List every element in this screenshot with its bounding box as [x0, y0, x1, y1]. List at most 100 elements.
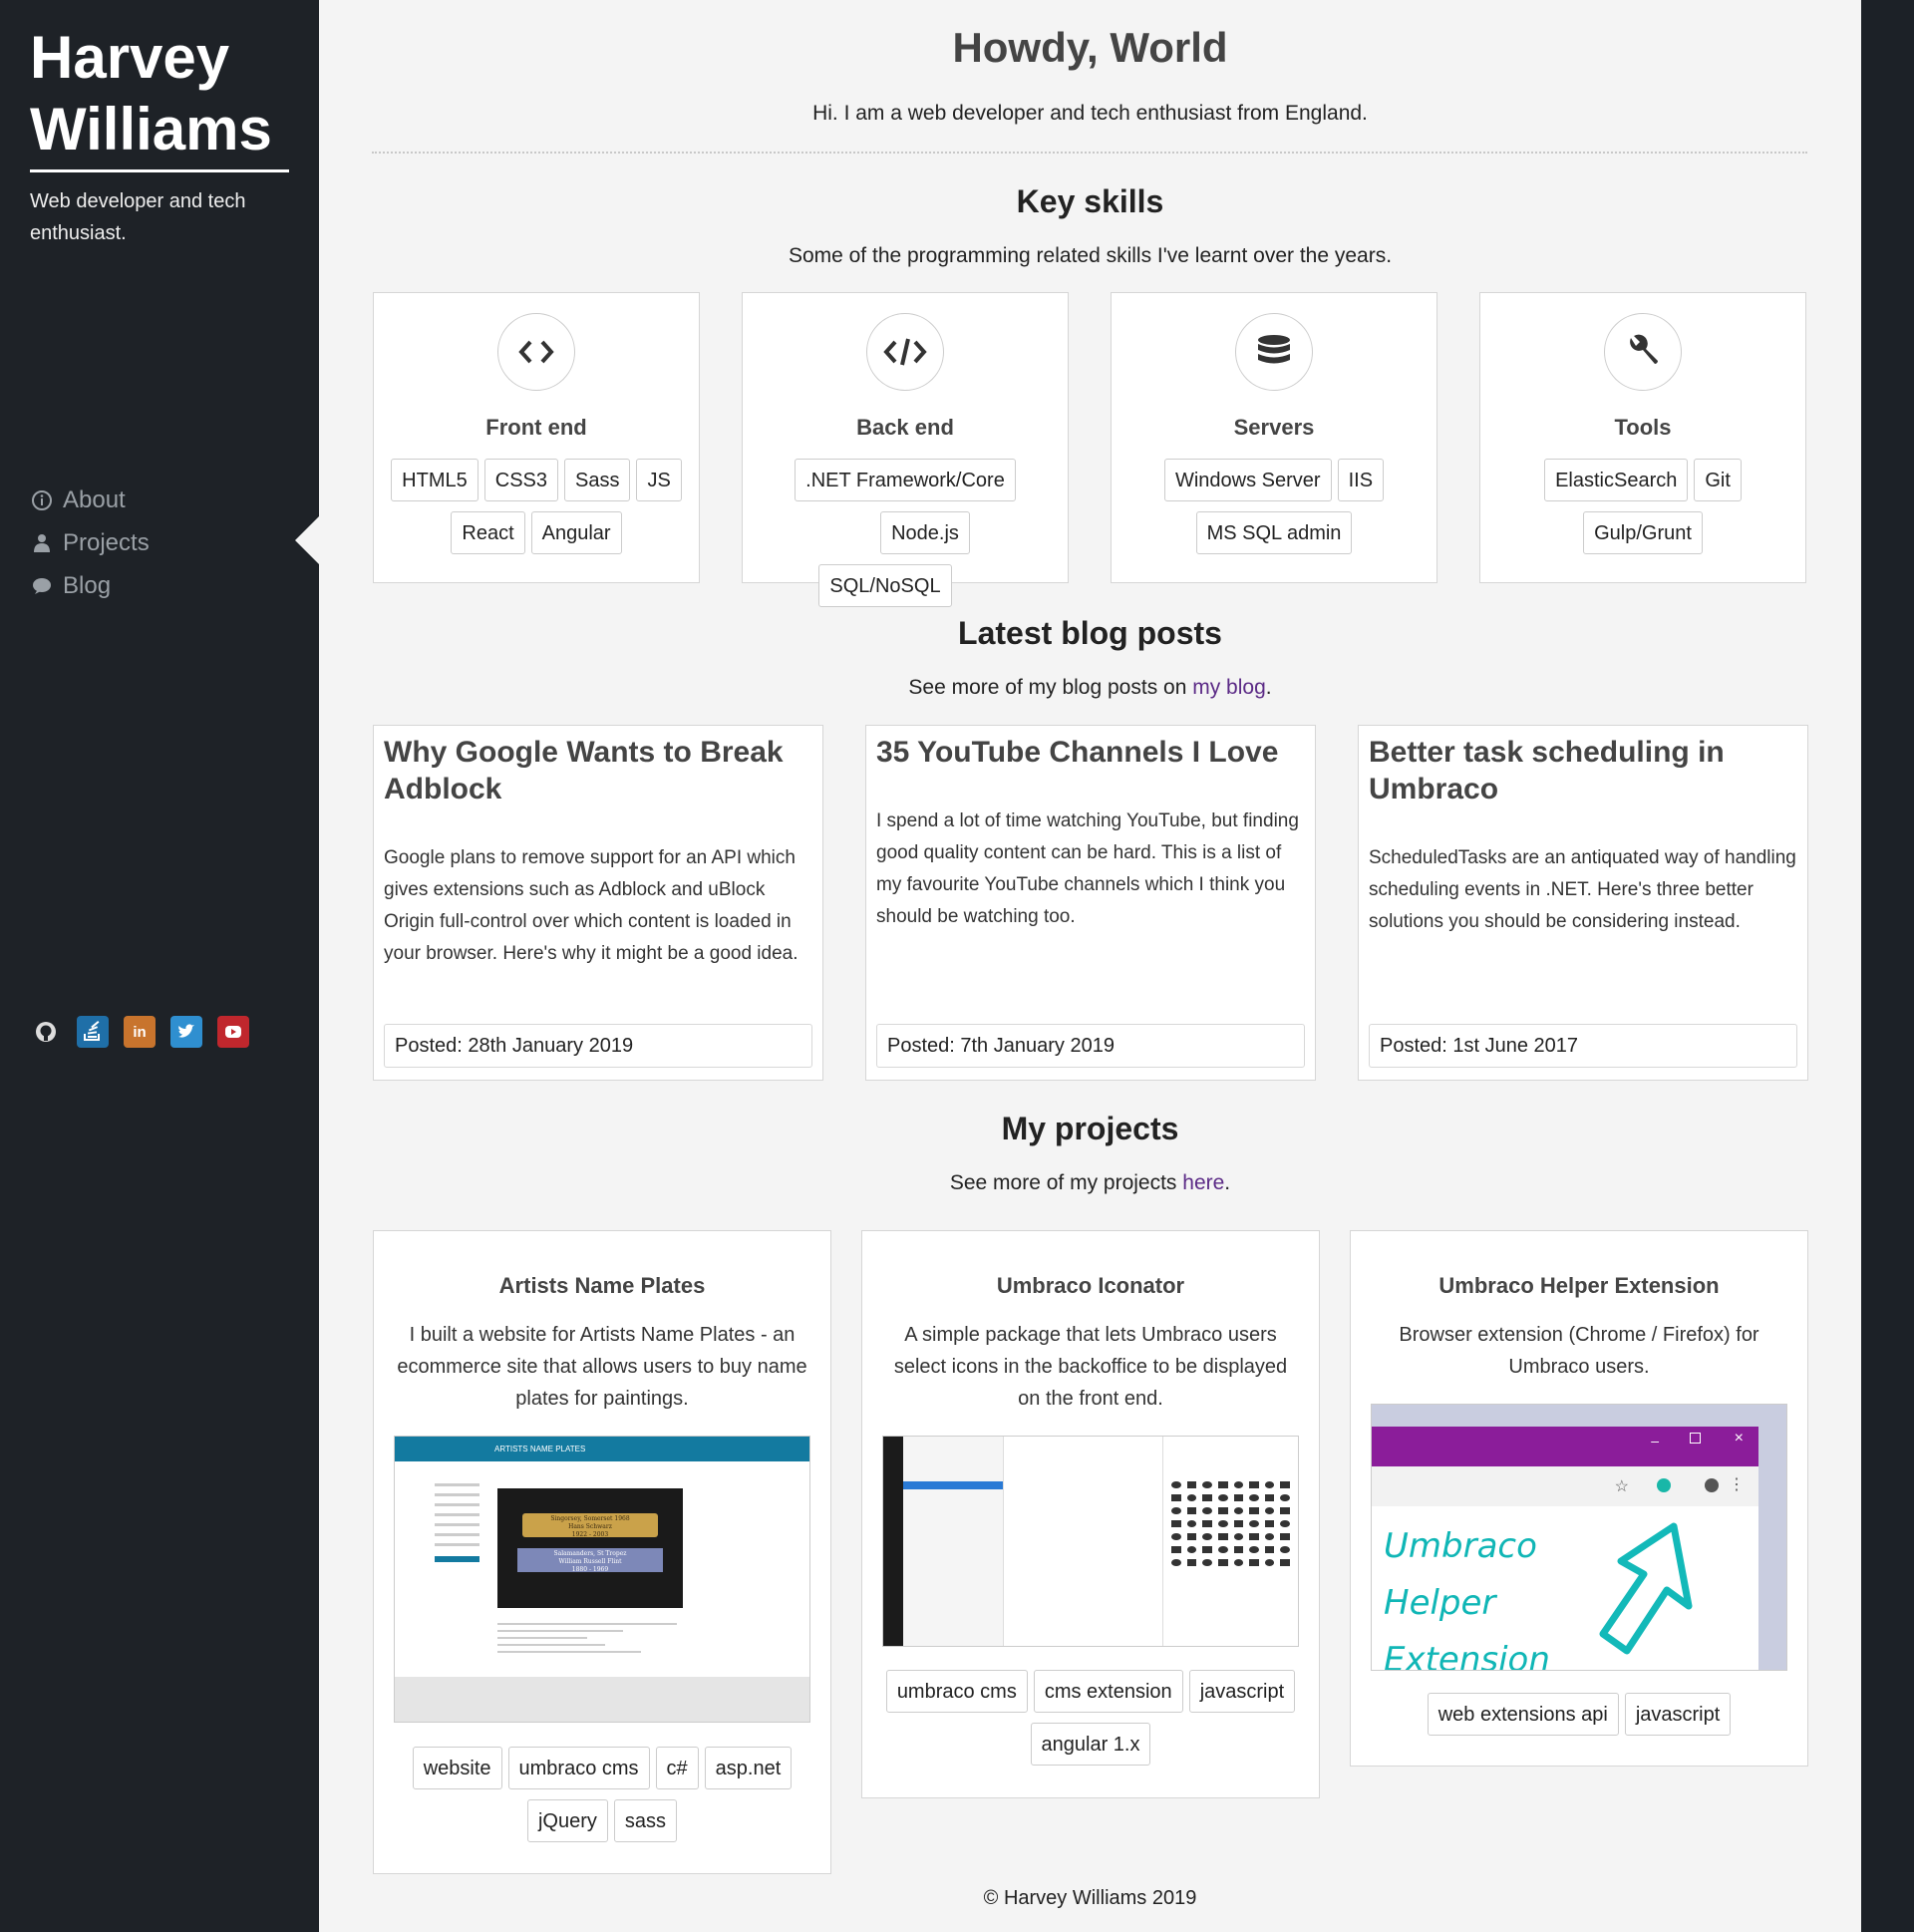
skill-tag[interactable]: Git	[1694, 459, 1742, 501]
project-tags: umbraco cms cms extension javascript ang…	[872, 1670, 1309, 1766]
main-nav: About Projects Blog	[30, 479, 150, 607]
blog-post-card[interactable]: Better task scheduling in Umbraco Schedu…	[1358, 725, 1808, 1081]
skill-name: Back end	[856, 415, 954, 440]
project-tag[interactable]: umbraco cms	[507, 1747, 650, 1789]
blog-title: Latest blog posts	[958, 615, 1222, 651]
project-title[interactable]: Artists Name Plates	[374, 1273, 830, 1299]
skill-name: Front end	[485, 415, 587, 440]
project-tag[interactable]: sass	[613, 1799, 678, 1842]
skill-card-servers: Servers Windows Server IIS MS SQL admin	[1111, 292, 1437, 583]
project-tag[interactable]: angular 1.x	[1030, 1723, 1151, 1766]
project-tags: web extensions api javascript	[1361, 1693, 1797, 1736]
arrow-up-icon	[1599, 1522, 1693, 1655]
skill-tag[interactable]: Gulp/Grunt	[1583, 511, 1703, 554]
skill-tag[interactable]: HTML5	[391, 459, 478, 501]
skills-title: Key skills	[1016, 183, 1164, 219]
project-tag[interactable]: javascript	[1188, 1670, 1296, 1713]
project-card[interactable]: Artists Name Plates I built a website fo…	[373, 1230, 831, 1874]
youtube-icon[interactable]	[217, 1016, 249, 1048]
skill-tags: HTML5 CSS3 Sass JS React Angular	[384, 459, 689, 554]
github-icon[interactable]	[30, 1016, 62, 1048]
blog-post-title[interactable]: Better task scheduling in Umbraco	[1369, 734, 1797, 807]
skill-tag[interactable]: Node.js	[880, 511, 970, 554]
skill-tag[interactable]: MS SQL admin	[1195, 511, 1353, 554]
project-title[interactable]: Umbraco Iconator	[862, 1273, 1319, 1299]
plate-line: 1922 - 2003	[571, 1531, 609, 1538]
project-tag[interactable]: asp.net	[704, 1747, 793, 1789]
nav-label-about: About	[63, 485, 126, 513]
skill-card-back-end: Back end .NET Framework/Core Node.js SQL…	[742, 292, 1069, 607]
blog-post-description: Google plans to remove support for an AP…	[384, 847, 798, 964]
blog-post-date: Posted: 7th January 2019	[876, 1024, 1305, 1068]
skill-tag[interactable]: ElasticSearch	[1544, 459, 1689, 501]
skill-tag[interactable]: SQL/NoSQL	[818, 564, 952, 607]
project-tag[interactable]: umbraco cms	[885, 1670, 1028, 1713]
info-icon	[30, 488, 54, 512]
skill-tag[interactable]: Sass	[564, 459, 631, 501]
skill-tag[interactable]: JS	[636, 459, 682, 501]
nav-item-blog[interactable]: Blog	[30, 564, 150, 607]
code-slash-icon	[866, 313, 944, 391]
skill-tags: .NET Framework/Core Node.js SQL/NoSQL	[753, 459, 1058, 607]
nav-item-about[interactable]: About	[30, 479, 150, 521]
project-tags: website umbraco cms c# asp.net jQuery sa…	[384, 1747, 820, 1842]
skill-card-tools: Tools ElasticSearch Git Gulp/Grunt	[1479, 292, 1806, 583]
project-tag[interactable]: web extensions api	[1427, 1693, 1619, 1736]
code-brackets-icon	[497, 313, 575, 391]
divider	[372, 152, 1807, 154]
skill-tag[interactable]: Angular	[530, 511, 622, 554]
linkedin-icon[interactable]: in	[124, 1016, 156, 1048]
project-card[interactable]: Umbraco Iconator A simple package that l…	[861, 1230, 1320, 1798]
skill-tag[interactable]: IIS	[1337, 459, 1385, 501]
user-icon	[30, 531, 54, 555]
project-tag[interactable]: javascript	[1624, 1693, 1732, 1736]
skill-tag[interactable]: CSS3	[483, 459, 558, 501]
project-screenshot	[882, 1436, 1299, 1647]
stackoverflow-icon[interactable]	[77, 1016, 109, 1048]
skills-subtitle: Some of the programming related skills I…	[788, 244, 1393, 267]
extension-logo-line: Umbraco	[1384, 1526, 1537, 1566]
project-title[interactable]: Umbraco Helper Extension	[1351, 1273, 1807, 1299]
screenshot-header: ARTISTS NAME PLATES	[395, 1437, 809, 1461]
project-card[interactable]: Umbraco Helper Extension Browser extensi…	[1350, 1230, 1808, 1767]
plate-line: Hans Schwarz	[568, 1523, 612, 1530]
blog-post-card[interactable]: 35 YouTube Channels I Love I spend a lot…	[865, 725, 1316, 1081]
extension-logo-line: Extension	[1384, 1640, 1550, 1671]
extension-logo-line: Helper	[1384, 1583, 1496, 1623]
blog-subtitle: See more of my blog posts on my blog.	[908, 676, 1272, 699]
sidebar: Harvey Williams Web developer and tech e…	[0, 0, 319, 1932]
project-screenshot: ARTISTS NAME PLATES Singorsey, Somerset …	[394, 1436, 810, 1723]
plate-line: Singorsey, Somerset 1968	[550, 1515, 630, 1522]
blog-post-date: Posted: 28th January 2019	[384, 1024, 812, 1068]
skill-tags: Windows Server IIS MS SQL admin	[1121, 459, 1427, 554]
wrench-icon	[1604, 313, 1682, 391]
nav-item-projects[interactable]: Projects	[30, 521, 150, 564]
project-description: Browser extension (Chrome / Firefox) for…	[1399, 1324, 1759, 1378]
skill-name: Tools	[1614, 415, 1672, 440]
blog-post-title[interactable]: Why Google Wants to Break Adblock	[384, 734, 812, 807]
twitter-icon[interactable]	[170, 1016, 202, 1048]
site-tagline: Web developer and tech enthusiast.	[30, 190, 246, 244]
projects-here-link[interactable]: here	[1182, 1171, 1224, 1194]
skill-name: Servers	[1233, 415, 1315, 440]
plate-line: William Russell Flint	[558, 1558, 622, 1565]
project-tag[interactable]: website	[412, 1747, 502, 1789]
project-tag[interactable]: cms extension	[1033, 1670, 1183, 1713]
footer-copyright: © Harvey Williams 2019	[983, 1887, 1197, 1909]
skill-tag[interactable]: React	[451, 511, 525, 554]
site-name[interactable]: Harvey Williams	[30, 22, 289, 172]
active-nav-pointer	[295, 516, 319, 564]
skill-tag[interactable]: Windows Server	[1163, 459, 1332, 501]
project-description: A simple package that lets Umbraco users…	[893, 1324, 1288, 1410]
blog-post-card[interactable]: Why Google Wants to Break Adblock Google…	[373, 725, 823, 1081]
skill-tag[interactable]: .NET Framework/Core	[795, 459, 1016, 501]
my-blog-link[interactable]: my blog	[1192, 676, 1266, 699]
blog-post-title[interactable]: 35 YouTube Channels I Love	[876, 734, 1305, 771]
skill-tags: ElasticSearch Git Gulp/Grunt	[1490, 459, 1795, 554]
projects-title: My projects	[1001, 1111, 1179, 1146]
project-tag[interactable]: c#	[655, 1747, 699, 1789]
intro-text: Hi. I am a web developer and tech enthus…	[812, 102, 1368, 125]
project-tag[interactable]: jQuery	[526, 1799, 608, 1842]
blog-post-description: ScheduledTasks are an antiquated way of …	[1369, 847, 1796, 932]
plate-line: 1880 - 1969	[571, 1566, 609, 1573]
